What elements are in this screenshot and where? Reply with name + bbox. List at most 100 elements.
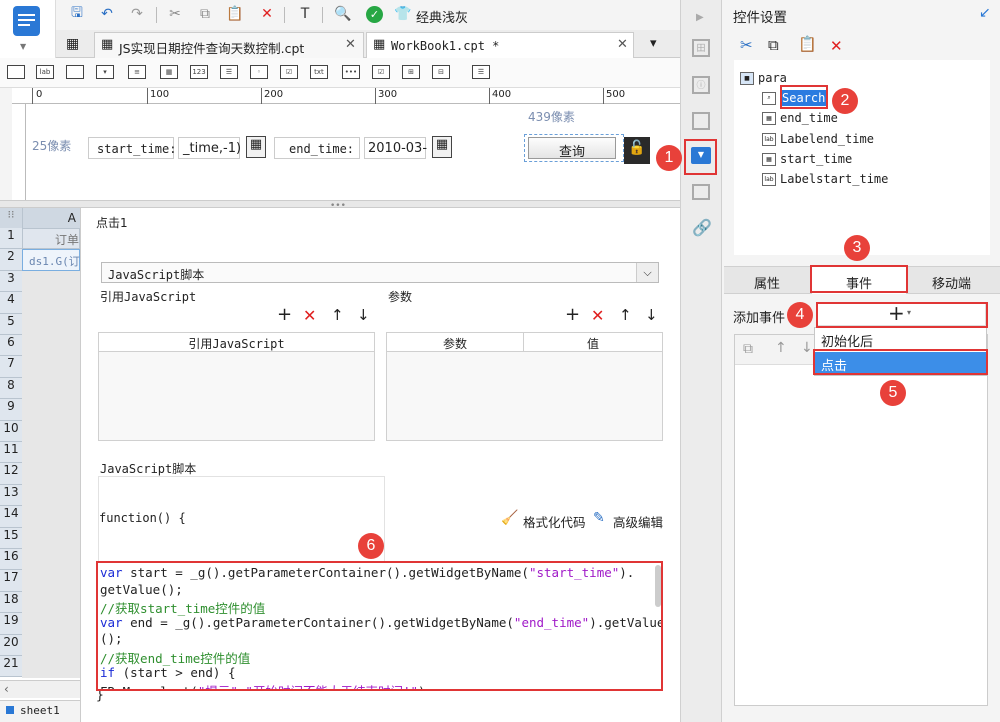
- remove-icon[interactable]: ✕: [303, 306, 316, 325]
- row-header[interactable]: 13: [0, 484, 22, 507]
- link-icon[interactable]: 🔗: [692, 218, 712, 237]
- row-header[interactable]: 14: [0, 506, 22, 528]
- row-header[interactable]: 11: [0, 442, 22, 464]
- row-header[interactable]: 15: [0, 527, 22, 549]
- close-icon[interactable]: ✕: [345, 37, 356, 52]
- script-type-select[interactable]: JavaScript脚本 ⌵: [101, 262, 659, 283]
- delete-icon[interactable]: ✕: [830, 37, 843, 55]
- params-table[interactable]: 参数 值: [386, 332, 663, 441]
- format-code-button[interactable]: 格式化代码: [523, 512, 586, 531]
- check-icon[interactable]: ✓: [366, 6, 383, 23]
- splitter[interactable]: •••: [0, 200, 680, 211]
- save-icon[interactable]: 🖫: [68, 5, 86, 23]
- advanced-edit-button[interactable]: 高级编辑: [613, 512, 663, 531]
- end-time-field[interactable]: 2010-03-: [364, 137, 427, 159]
- copy-icon[interactable]: ⧉: [743, 341, 753, 357]
- query-button[interactable]: 查询: [528, 137, 616, 160]
- paste-icon[interactable]: 📋: [226, 5, 244, 23]
- row-header[interactable]: 20: [0, 634, 22, 656]
- row-header[interactable]: 8: [0, 377, 22, 400]
- textbox-widget-icon[interactable]: [7, 65, 25, 79]
- tree-item-start-time[interactable]: ▦ start_time: [762, 150, 852, 168]
- tree-item-labelend-time[interactable]: lab Labelend_time: [762, 130, 874, 148]
- menu-item-after-init[interactable]: 初始化后: [815, 328, 986, 351]
- tab-menu-icon[interactable]: ▾: [650, 36, 657, 51]
- edit-icon[interactable]: ✎: [593, 510, 605, 526]
- select-all-icon[interactable]: ⁝⁝: [0, 208, 22, 228]
- copy-icon[interactable]: ⧉: [196, 5, 214, 23]
- radio-widget-icon[interactable]: ◦: [250, 65, 268, 79]
- close-icon[interactable]: ✕: [617, 37, 628, 52]
- row-header[interactable]: 12: [0, 463, 22, 485]
- grid-icon[interactable]: ▦: [66, 36, 82, 52]
- row-header[interactable]: 18: [0, 591, 22, 614]
- copy-icon[interactable]: ⧉: [768, 36, 779, 54]
- text-format-icon[interactable]: T: [296, 5, 314, 23]
- more-widget-icon[interactable]: ☰: [472, 65, 490, 79]
- start-time-field[interactable]: _time,-1): [178, 137, 241, 159]
- arrow-down-icon[interactable]: ↓: [645, 306, 658, 324]
- checkbox-group-widget-icon[interactable]: ☑: [372, 65, 390, 79]
- cell-a2[interactable]: ds1.G(订: [22, 249, 80, 271]
- calendar-icon[interactable]: ▦: [432, 136, 452, 158]
- list-widget-icon[interactable]: ☰: [220, 65, 238, 79]
- collapse-arrow-icon[interactable]: ↙: [979, 5, 991, 21]
- checkbox-widget-icon[interactable]: ☑: [280, 65, 298, 79]
- redo-icon[interactable]: ↷: [128, 5, 146, 23]
- tree-widget-icon[interactable]: ⊞: [402, 65, 420, 79]
- end-time-label[interactable]: end_time:: [274, 137, 360, 159]
- row-header[interactable]: 16: [0, 549, 22, 571]
- arrow-up-icon[interactable]: ↑: [775, 340, 787, 356]
- arrow-down-icon[interactable]: ↓: [801, 340, 813, 356]
- undo-icon[interactable]: ↶: [98, 5, 116, 23]
- ref-js-table[interactable]: 引用JavaScript: [98, 332, 375, 441]
- remove-icon[interactable]: ✕: [591, 306, 604, 325]
- cell-style-icon[interactable]: ⓘ: [692, 76, 710, 94]
- tab-js-query[interactable]: ▦ JS实现日期控件查询天数控制.cpt ✕: [94, 32, 364, 58]
- cut-icon[interactable]: ✂: [740, 36, 753, 54]
- add-icon[interactable]: +: [565, 304, 580, 325]
- preview-icon[interactable]: 🔍: [334, 5, 352, 23]
- broom-icon[interactable]: 🧹: [501, 510, 518, 526]
- cell-a1[interactable]: 订单: [22, 228, 80, 249]
- row-header[interactable]: 3: [0, 270, 22, 293]
- date-widget-icon[interactable]: ▦: [160, 65, 178, 79]
- cell-attr-icon[interactable]: 田: [692, 39, 710, 57]
- textarea-widget-icon[interactable]: ≡: [128, 65, 146, 79]
- label-widget-icon[interactable]: lab: [36, 65, 54, 79]
- row-header[interactable]: 2: [0, 249, 22, 271]
- horizontal-scrollbar[interactable]: ‹: [0, 680, 80, 698]
- paste-icon[interactable]: 📋: [798, 35, 817, 53]
- shirt-icon[interactable]: 👕: [394, 5, 412, 23]
- row-header[interactable]: 7: [0, 356, 22, 378]
- arrow-down-icon[interactable]: ↓: [357, 306, 370, 324]
- combo-widget-icon[interactable]: ▾: [96, 65, 114, 79]
- row-header[interactable]: 5: [0, 313, 22, 335]
- arrow-up-icon[interactable]: ↑: [331, 306, 344, 324]
- row-header[interactable]: 17: [0, 570, 22, 592]
- row-header[interactable]: 10: [0, 420, 22, 442]
- password-widget-icon[interactable]: •••: [342, 65, 360, 79]
- tab-properties[interactable]: 属性: [754, 273, 780, 292]
- condition-icon[interactable]: [692, 184, 710, 200]
- delete-icon[interactable]: ✕: [258, 5, 276, 23]
- text-widget-icon[interactable]: txt: [310, 65, 328, 79]
- number-widget-icon[interactable]: 123: [190, 65, 208, 79]
- start-time-label[interactable]: start_time:: [88, 137, 176, 159]
- row-header[interactable]: 4: [0, 292, 22, 314]
- frame-icon[interactable]: [692, 112, 710, 130]
- theme-label[interactable]: 经典浅灰: [416, 7, 468, 26]
- tab-mobile[interactable]: 移动端: [932, 273, 971, 292]
- calendar-icon[interactable]: ▦: [246, 136, 266, 158]
- add-icon[interactable]: +: [277, 304, 292, 325]
- tree-combo-widget-icon[interactable]: ⊟: [432, 65, 450, 79]
- column-header[interactable]: A: [22, 208, 80, 228]
- row-header[interactable]: 1: [0, 228, 22, 250]
- chevron-down-icon[interactable]: ▼: [20, 42, 26, 51]
- sheet-tab[interactable]: sheet1: [0, 700, 80, 722]
- button-widget-icon[interactable]: [66, 65, 84, 79]
- chevron-right-icon[interactable]: ▶: [696, 12, 704, 23]
- row-header[interactable]: 9: [0, 399, 22, 421]
- chevron-down-icon[interactable]: ⌵: [636, 263, 658, 282]
- cut-icon[interactable]: ✂: [166, 5, 184, 23]
